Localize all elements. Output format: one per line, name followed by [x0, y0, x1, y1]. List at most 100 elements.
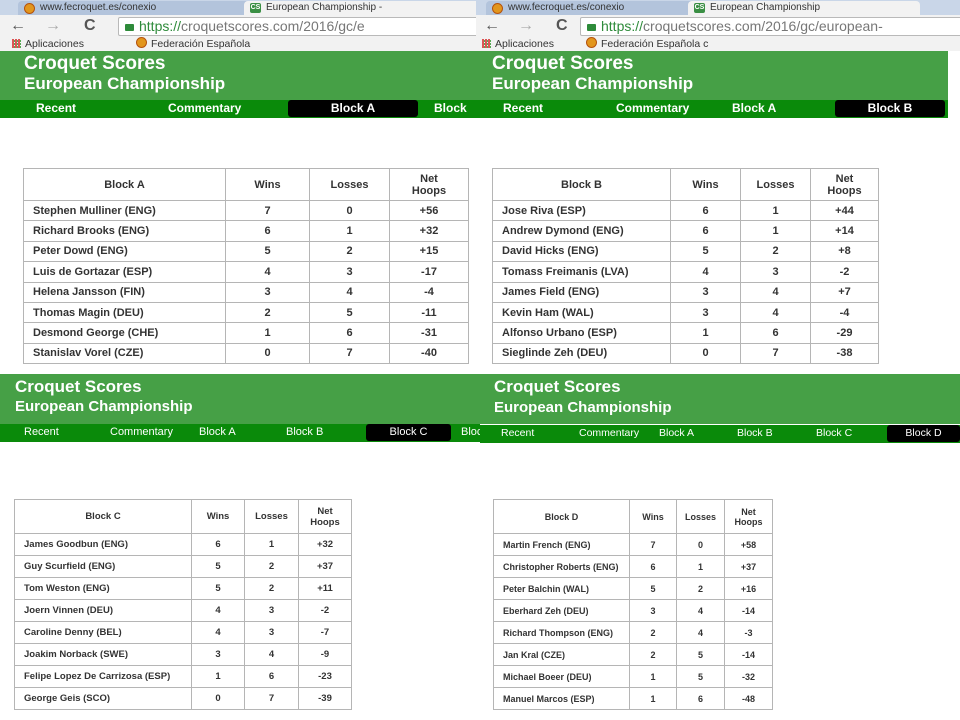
- col-block: Block B: [492, 168, 671, 201]
- player-name-cell: Helena Jansson (FIN): [23, 281, 226, 303]
- standings-table-block-c: Block C Wins Losses Net Hoops James Goodb…: [14, 499, 352, 710]
- tab-croquet-scores[interactable]: CS European Championship: [688, 1, 920, 15]
- bookmark-federacion[interactable]: Federación Española: [136, 37, 250, 51]
- wins-cell: 6: [670, 220, 741, 242]
- bookmark-federacion[interactable]: Federación Española c: [586, 37, 708, 51]
- table-row: James Field (ENG) 3 4 +7: [492, 281, 879, 303]
- losses-cell: 3: [740, 261, 811, 283]
- nav-block-b[interactable]: Block B: [737, 425, 773, 442]
- wins-cell: 5: [225, 240, 310, 263]
- losses-cell: 3: [244, 621, 299, 644]
- address-bar[interactable]: https://croquetscores.com/2016/gc/e: [118, 17, 476, 36]
- net-hoops-cell: +15: [389, 240, 469, 263]
- col-block: Block A: [23, 168, 226, 201]
- tab-croquet-scores[interactable]: CS European Championship -: [244, 1, 476, 15]
- table-row: Richard Thompson (ENG) 2 4 -3: [493, 621, 773, 644]
- losses-cell: 7: [740, 342, 811, 365]
- tab-fecroquet[interactable]: www.fecroquet.es/conexio: [486, 1, 698, 15]
- reload-icon[interactable]: C: [84, 17, 96, 35]
- table-row: Jose Riva (ESP) 6 1 +44: [492, 199, 879, 222]
- player-name-cell: Stephen Mulliner (ENG): [23, 199, 226, 222]
- nav-block-b[interactable]: Block B: [835, 100, 945, 117]
- col-net-hoops: Net Hoops: [298, 499, 352, 534]
- player-name-cell: Peter Balchin (WAL): [493, 577, 630, 600]
- nav-commentary[interactable]: Commentary: [168, 100, 241, 117]
- tab-fecroquet[interactable]: www.fecroquet.es/conexio: [18, 1, 250, 15]
- table-row: Sieglinde Zeh (DEU) 0 7 -38: [492, 342, 879, 365]
- player-name-cell: Jan Kral (CZE): [493, 643, 630, 666]
- browser-toolbar: ← → C https://croquetscores.com/2016/gc/…: [476, 15, 960, 37]
- player-name-cell: Felipe Lopez De Carrizosa (ESP): [14, 665, 192, 688]
- net-hoops-cell: -14: [724, 599, 773, 622]
- net-hoops-cell: +56: [389, 199, 469, 222]
- net-hoops-cell: +8: [810, 240, 879, 263]
- table-header-row: Block C Wins Losses Net Hoops: [14, 499, 352, 534]
- table-row: Stanislav Vorel (CZE) 0 7 -40: [23, 342, 469, 365]
- site-title: Croquet Scores: [494, 377, 621, 396]
- player-name-cell: Stanislav Vorel (CZE): [23, 342, 226, 365]
- wins-cell: 0: [670, 342, 741, 365]
- bookmark-apps[interactable]: Aplicaciones: [12, 37, 84, 51]
- nav-recent[interactable]: Recent: [501, 425, 534, 442]
- losses-cell: 2: [740, 240, 811, 263]
- nav-block-d[interactable]: Block D: [887, 425, 960, 442]
- col-wins: Wins: [629, 499, 677, 534]
- losses-cell: 7: [309, 342, 390, 365]
- losses-cell: 4: [740, 281, 811, 303]
- nav-commentary[interactable]: Commentary: [579, 425, 639, 442]
- address-bar[interactable]: https://croquetscores.com/2016/gc/europe…: [580, 17, 960, 36]
- net-hoops-cell: -17: [389, 261, 469, 283]
- table-row: Christopher Roberts (ENG) 6 1 +37: [493, 555, 773, 578]
- player-name-cell: Guy Scurfield (ENG): [14, 555, 192, 578]
- player-name-cell: Joakim Norback (SWE): [14, 643, 192, 666]
- losses-cell: 4: [244, 643, 299, 666]
- back-icon[interactable]: ←: [484, 17, 500, 35]
- wins-cell: 7: [629, 533, 677, 556]
- site-header: Croquet Scores European Championship: [0, 51, 476, 100]
- nav-block-d[interactable]: Bloc: [461, 424, 480, 441]
- nav-block-a[interactable]: Block A: [199, 424, 236, 441]
- table-row: Desmond George (CHE) 1 6 -31: [23, 322, 469, 344]
- player-name-cell: David Hicks (ENG): [492, 240, 671, 263]
- wins-cell: 4: [191, 621, 245, 644]
- fecroquet-favicon-icon: [492, 3, 503, 14]
- back-icon[interactable]: ←: [10, 17, 26, 35]
- losses-cell: 1: [676, 555, 725, 578]
- wins-cell: 1: [629, 665, 677, 688]
- bookmark-apps[interactable]: Aplicaciones: [482, 37, 554, 51]
- nav-recent[interactable]: Recent: [24, 424, 59, 441]
- table-row: Tomass Freimanis (LVA) 4 3 -2: [492, 261, 879, 283]
- nav-commentary[interactable]: Commentary: [616, 100, 689, 117]
- nav-block-c[interactable]: Block C: [816, 425, 852, 442]
- player-name-cell: Jose Riva (ESP): [492, 199, 671, 222]
- losses-cell: 2: [244, 577, 299, 600]
- wins-cell: 6: [629, 555, 677, 578]
- net-hoops-cell: +37: [724, 555, 773, 578]
- nav-block-b[interactable]: Block B: [286, 424, 323, 441]
- reload-icon[interactable]: C: [556, 17, 568, 35]
- table-row: Eberhard Zeh (DEU) 3 4 -14: [493, 599, 773, 622]
- net-hoops-cell: +58: [724, 533, 773, 556]
- nav-recent[interactable]: Recent: [36, 100, 76, 117]
- forward-icon[interactable]: →: [518, 17, 534, 35]
- losses-cell: 1: [740, 220, 811, 242]
- net-hoops-cell: -31: [389, 322, 469, 344]
- bookmarks-bar: Aplicaciones Federación Española c: [476, 37, 960, 51]
- nav-block-a[interactable]: Block A: [732, 100, 776, 117]
- wins-cell: 2: [629, 621, 677, 644]
- wins-cell: 3: [670, 281, 741, 303]
- nav-recent[interactable]: Recent: [503, 100, 543, 117]
- nav-block-b[interactable]: Block: [434, 100, 467, 117]
- nav-block-a[interactable]: Block A: [288, 100, 418, 117]
- net-hoops-cell: -4: [810, 301, 879, 324]
- wins-cell: 6: [191, 533, 245, 556]
- forward-icon[interactable]: →: [45, 17, 61, 35]
- table-row: Jan Kral (CZE) 2 5 -14: [493, 643, 773, 666]
- croquet-scores-favicon-icon: CS: [250, 3, 261, 13]
- table-header-row: Block A Wins Losses Net Hoops: [23, 168, 469, 201]
- nav-block-c[interactable]: Block C: [366, 424, 451, 441]
- nav-commentary[interactable]: Commentary: [110, 424, 173, 441]
- site-header: Croquet Scores European Championship: [480, 374, 960, 424]
- nav-block-a[interactable]: Block A: [659, 425, 694, 442]
- site-header: Croquet Scores European Championship: [0, 374, 480, 424]
